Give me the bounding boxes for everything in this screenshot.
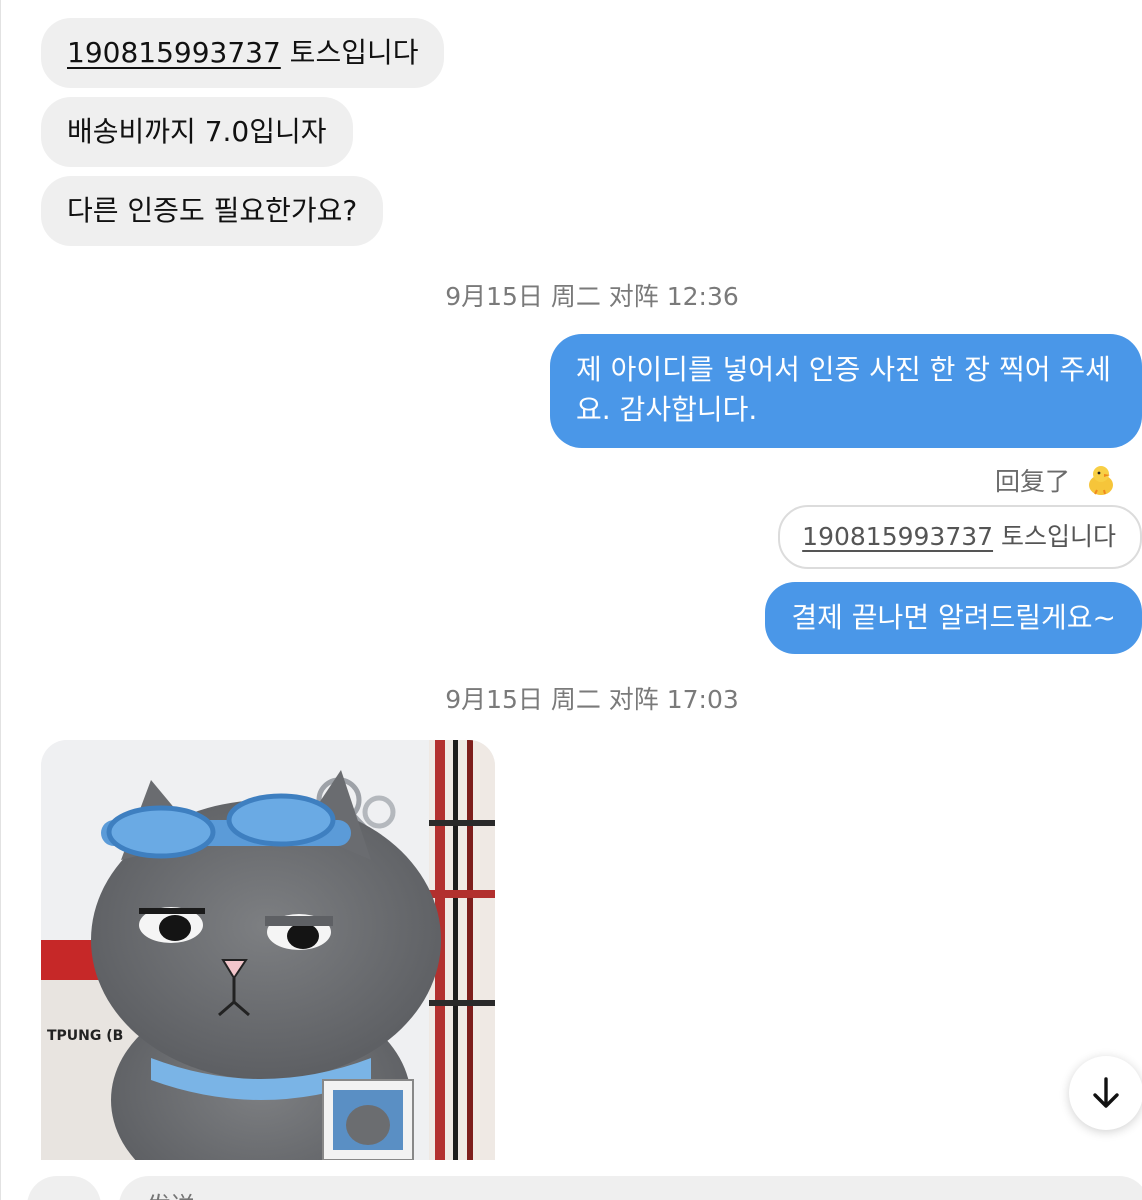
account-number-link[interactable]: 190815993737 xyxy=(67,36,281,69)
composer-bar xyxy=(1,1162,1142,1200)
message-text: 결제 끝나면 알려드릴게요~ xyxy=(791,601,1116,634)
quoted-text: 토스입니다 xyxy=(993,522,1116,551)
incoming-message[interactable]: 다른 인증도 필요한가요? xyxy=(41,176,384,246)
chat-thread: 190815993737 토스입니다 배송비까지 7.0입니자 다른 인증도 필… xyxy=(0,0,1142,1200)
package-label: TPUNG (B xyxy=(47,1028,123,1044)
reply-label-text: 回复了 xyxy=(994,467,1070,496)
photo-message[interactable]: TPUNG (B xyxy=(41,740,495,1160)
timestamp: 9月15日 周二 对阵 12:36 xyxy=(445,282,739,311)
outgoing-message[interactable]: 제 아이디를 넣어서 인증 사진 한 장 찍어 주세 요. 감사합니다. xyxy=(550,334,1142,448)
incoming-message[interactable]: 190815993737 토스입니다 xyxy=(41,18,445,88)
message-text: 다른 인증도 필요한가요? xyxy=(67,194,358,227)
reply-label: 回复了 xyxy=(995,462,1118,498)
message-input[interactable] xyxy=(119,1176,1142,1200)
quoted-message[interactable]: 190815993737 토스입니다 xyxy=(778,505,1142,569)
message-text: 요. 감사합니다. xyxy=(576,393,758,426)
scroll-to-bottom-button[interactable] xyxy=(1069,1056,1142,1130)
quoted-account-number[interactable]: 190815993737 xyxy=(802,522,993,551)
plush-cat-keychain-photo: TPUNG (B xyxy=(41,740,495,1160)
outgoing-message[interactable]: 결제 끝나면 알려드릴게요~ xyxy=(765,582,1142,654)
timestamp: 9月15日 周二 对阵 17:03 xyxy=(445,685,739,714)
message-text: 배송비까지 7.0입니자 xyxy=(67,115,327,148)
incoming-message[interactable]: 배송비까지 7.0입니자 xyxy=(41,97,353,167)
chick-emoji-icon xyxy=(1084,463,1118,497)
add-attachment-button[interactable] xyxy=(27,1176,101,1200)
message-text: 토스입니다 xyxy=(280,36,419,69)
arrow-down-icon xyxy=(1093,1077,1119,1108)
message-text: 제 아이디를 넣어서 인증 사진 한 장 찍어 주세 xyxy=(576,353,1111,386)
